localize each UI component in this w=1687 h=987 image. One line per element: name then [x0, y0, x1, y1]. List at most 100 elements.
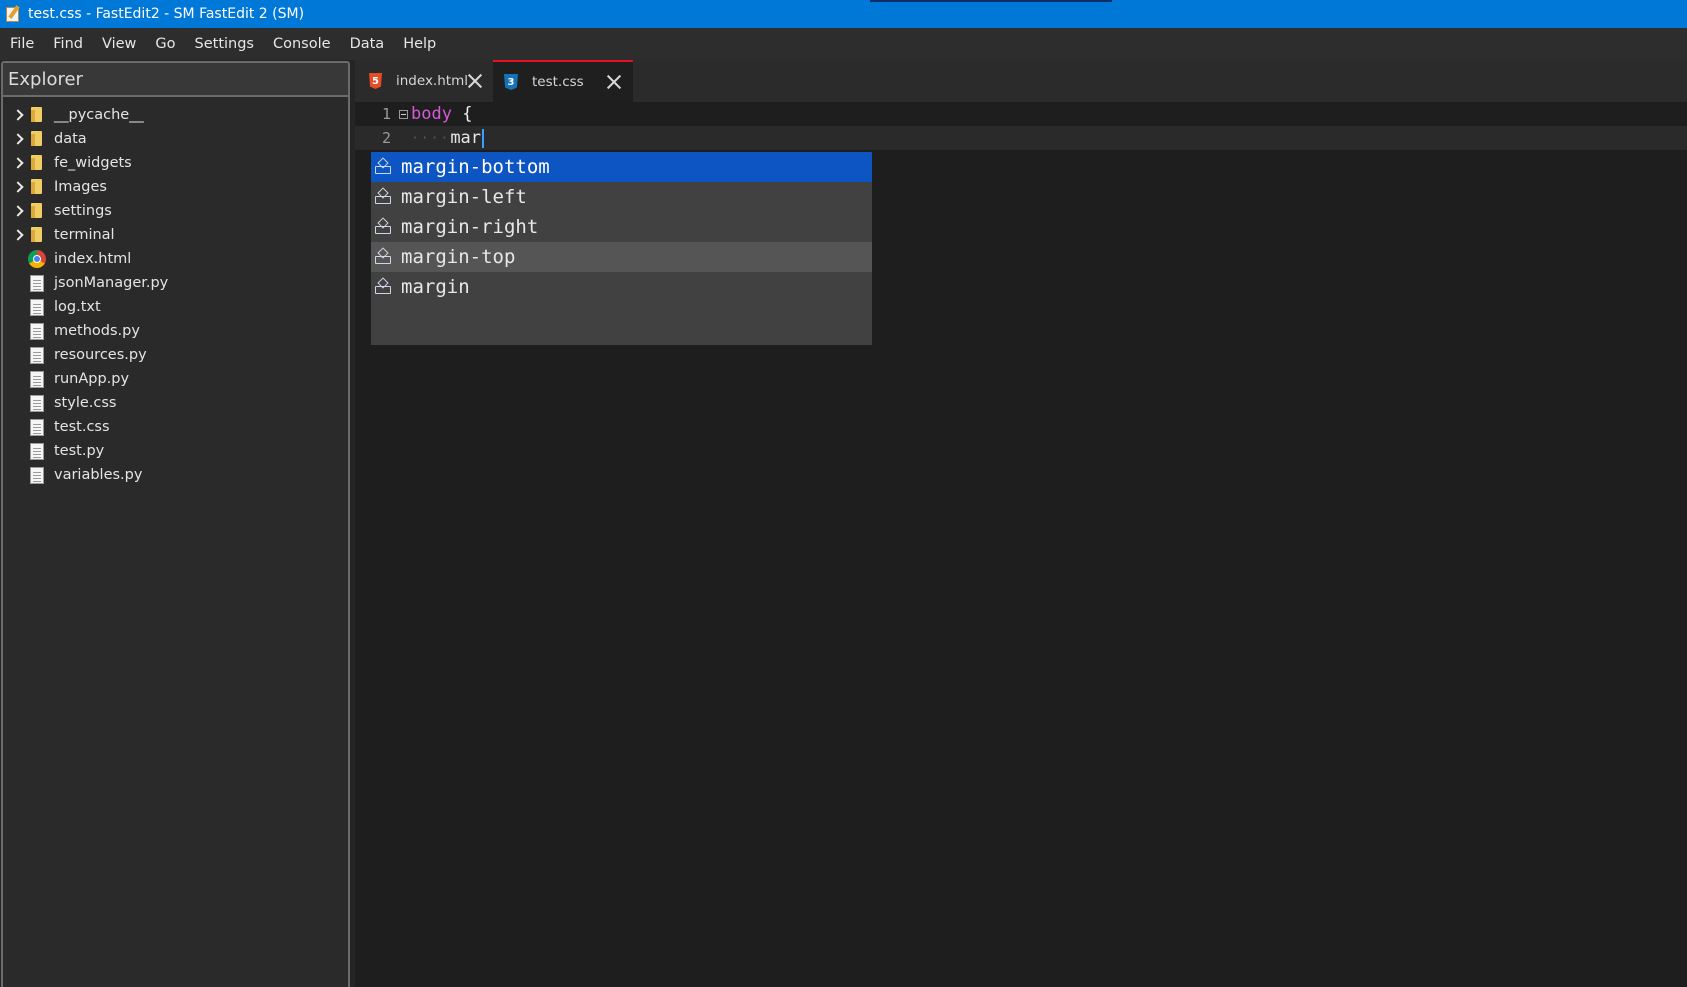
tree-file-index-html[interactable]: index.html: [3, 247, 348, 271]
file-icon: [30, 322, 44, 340]
tree-file-test-css[interactable]: test.css: [3, 415, 348, 439]
close-icon[interactable]: [468, 74, 481, 88]
tree-file-methods[interactable]: methods.py: [3, 319, 348, 343]
menu-find[interactable]: Find: [45, 36, 91, 52]
explorer-title: Explorer: [3, 63, 348, 97]
file-icon: [30, 442, 44, 460]
menu-bar: File Find View Go Settings Console Data …: [0, 28, 1687, 60]
autocomplete-item-margin-right[interactable]: margin-right: [371, 212, 872, 242]
property-icon: [374, 218, 392, 236]
tree-file-test-py[interactable]: test.py: [3, 439, 348, 463]
tree-folder-data[interactable]: data: [3, 127, 348, 151]
tree-file-jsonmanager[interactable]: jsonManager.py: [3, 271, 348, 295]
html5-icon: 5: [369, 73, 382, 89]
chevron-right-icon[interactable]: [12, 156, 26, 170]
css3-icon: 3: [504, 74, 518, 90]
tree-item-label: settings: [54, 203, 112, 219]
autocomplete-item-margin[interactable]: margin: [371, 272, 872, 302]
explorer-panel: Explorer __pycache__ data fe_widgets Ima…: [1, 61, 350, 987]
tree-item-label: index.html: [54, 251, 132, 267]
tree-folder-images[interactable]: Images: [3, 175, 348, 199]
property-icon: [374, 158, 392, 176]
css-selector: body: [411, 104, 452, 124]
autocomplete-label: margin-bottom: [401, 156, 550, 178]
tree-item-label: __pycache__: [54, 107, 144, 123]
property-icon: [374, 188, 392, 206]
file-icon: [30, 466, 44, 484]
property-icon: [374, 278, 392, 296]
tree-item-label: variables.py: [54, 467, 143, 483]
tree-folder-terminal[interactable]: terminal: [3, 223, 348, 247]
menu-file[interactable]: File: [2, 36, 42, 52]
tree-item-label: data: [54, 131, 87, 147]
autocomplete-item-margin-left[interactable]: margin-left: [371, 182, 872, 212]
folder-icon: [30, 179, 44, 195]
line-number: 2: [381, 129, 391, 147]
tree-item-label: Images: [54, 179, 107, 195]
tree-item-label: jsonManager.py: [54, 275, 169, 291]
chevron-right-icon[interactable]: [12, 108, 26, 122]
tree-file-runapp[interactable]: runApp.py: [3, 367, 348, 391]
file-icon: [30, 370, 44, 388]
tree-folder-pycache[interactable]: __pycache__: [3, 103, 348, 127]
code-line: 1 body {: [355, 102, 1687, 126]
property-icon: [374, 248, 392, 266]
tab-label: test.css: [532, 74, 584, 90]
indent-guide: ····: [411, 130, 451, 146]
tab-bar: 5 index.html 3 test.css: [355, 60, 1687, 102]
tree-item-label: resources.py: [54, 347, 147, 363]
menu-data[interactable]: Data: [342, 36, 393, 52]
file-icon: [30, 346, 44, 364]
menu-view[interactable]: View: [94, 36, 144, 52]
menu-settings[interactable]: Settings: [187, 36, 262, 52]
menu-go[interactable]: Go: [147, 36, 183, 52]
chevron-right-icon[interactable]: [12, 132, 26, 146]
tree-item-label: test.py: [54, 443, 105, 459]
tree-item-label: fe_widgets: [54, 155, 132, 171]
folder-icon: [30, 203, 44, 219]
tree-item-label: log.txt: [54, 299, 101, 315]
autocomplete-label: margin: [401, 276, 470, 298]
autocomplete-label: margin-right: [401, 216, 539, 238]
tree-file-variables[interactable]: variables.py: [3, 463, 348, 487]
tree-item-label: style.css: [54, 395, 117, 411]
autocomplete-label: margin-left: [401, 186, 527, 208]
typed-text: mar: [450, 128, 482, 148]
autocomplete-item-margin-bottom[interactable]: margin-bottom: [371, 152, 872, 182]
tree-folder-fe-widgets[interactable]: fe_widgets: [3, 151, 348, 175]
css-brace: {: [462, 104, 473, 124]
tree-item-label: methods.py: [54, 323, 140, 339]
app-icon: [5, 5, 21, 23]
chevron-right-icon[interactable]: [12, 204, 26, 218]
chevron-right-icon[interactable]: [12, 228, 26, 242]
tab-index-html[interactable]: 5 index.html: [358, 60, 493, 102]
autocomplete-popup: margin-bottom margin-left margin-right m…: [371, 152, 872, 345]
folder-icon: [30, 155, 44, 171]
close-icon[interactable]: [607, 75, 621, 89]
title-accent-line: [870, 0, 1112, 2]
file-icon: [30, 298, 44, 316]
text-caret: [482, 128, 485, 148]
file-tree: __pycache__ data fe_widgets Images setti…: [3, 97, 348, 487]
file-icon: [30, 394, 44, 412]
autocomplete-label: margin-top: [401, 246, 516, 268]
menu-console[interactable]: Console: [265, 36, 339, 52]
menu-help[interactable]: Help: [395, 36, 444, 52]
folder-icon: [30, 131, 44, 147]
autocomplete-item-margin-top[interactable]: margin-top: [371, 242, 872, 272]
tab-test-css[interactable]: 3 test.css: [493, 60, 633, 102]
code-editor[interactable]: 1 body { 2 ···· mar margin-bottom margin…: [355, 102, 1687, 987]
tab-label: index.html: [396, 73, 468, 89]
window-title: test.css - FastEdit2 - SM FastEdit 2 (SM…: [28, 6, 305, 22]
code-line-current: 2 ···· mar: [355, 126, 1687, 150]
fold-collapse-icon[interactable]: [395, 109, 411, 119]
tree-file-resources[interactable]: resources.py: [3, 343, 348, 367]
line-number: 1: [381, 105, 391, 123]
chevron-right-icon[interactable]: [12, 180, 26, 194]
tree-file-style-css[interactable]: style.css: [3, 391, 348, 415]
tree-item-label: test.css: [54, 419, 110, 435]
tree-folder-settings[interactable]: settings: [3, 199, 348, 223]
tree-item-label: runApp.py: [54, 371, 130, 387]
tree-file-log[interactable]: log.txt: [3, 295, 348, 319]
file-icon: [30, 274, 44, 292]
